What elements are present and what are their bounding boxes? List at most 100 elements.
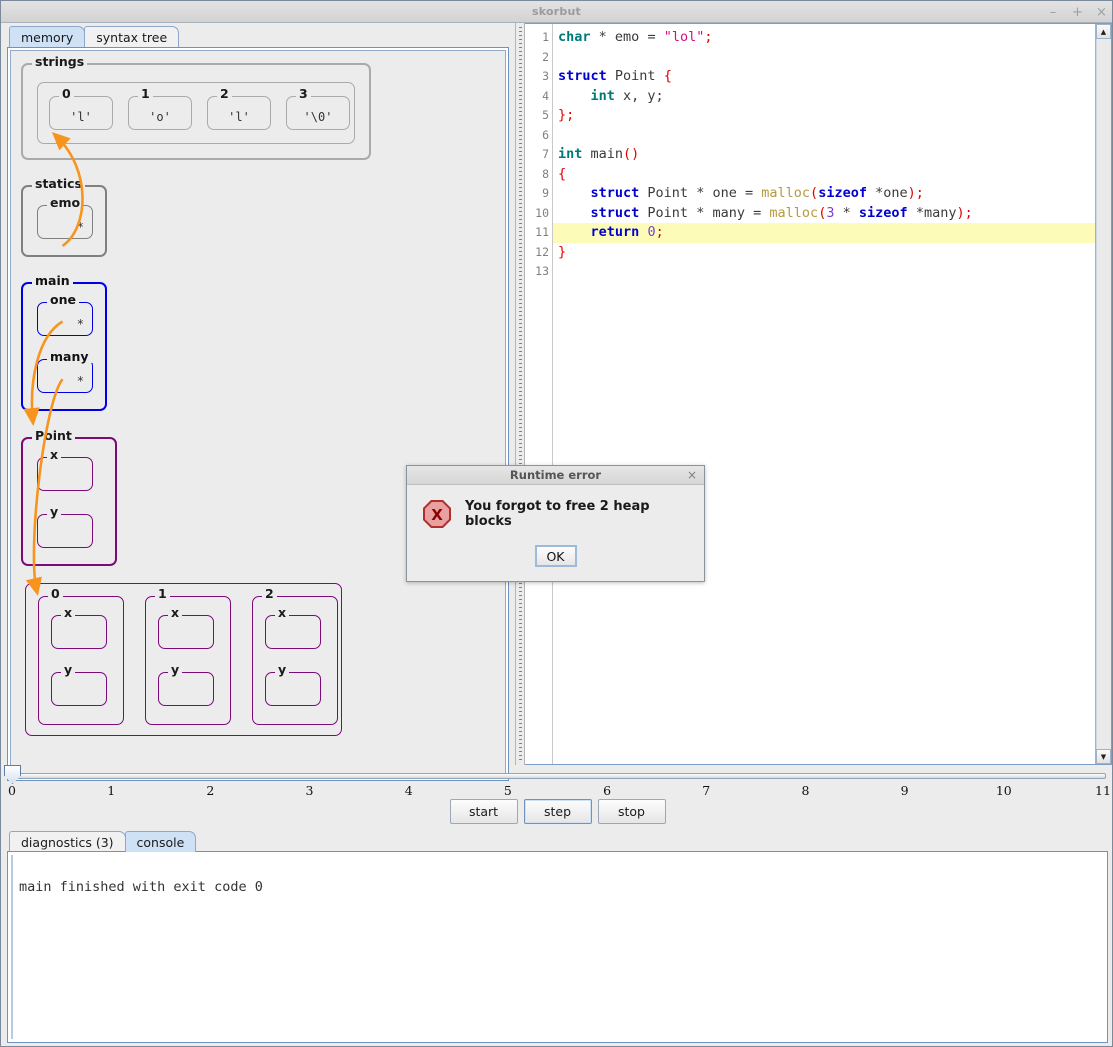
code-token: ;	[915, 185, 924, 201]
code-token: int	[590, 87, 615, 104]
tab-syntax-tree[interactable]: syntax tree	[84, 26, 180, 47]
strings-block: 0 'l' 1 'o' 2 'l' 3 '\0'	[37, 82, 355, 144]
start-button[interactable]: start	[449, 799, 518, 824]
maximize-icon[interactable]: +	[1072, 6, 1083, 19]
tab-syntax-tree-label: syntax tree	[96, 29, 168, 45]
slider-track[interactable]	[9, 773, 1106, 779]
array-index-label: 2	[262, 587, 277, 600]
array-index-label: 1	[155, 587, 170, 600]
dialog-close-icon[interactable]: ×	[687, 468, 697, 482]
heap-block-point: Point x y	[21, 429, 117, 566]
slider-tick: 11	[1095, 783, 1111, 798]
line-number-gutter: 1 2 3 4 5 6 7 8 9 10 11 12 13	[525, 24, 553, 764]
code-token: many	[704, 204, 754, 221]
slider-thumb[interactable]	[4, 765, 21, 784]
slider-tick: 5	[503, 783, 512, 798]
line-number: 5	[542, 108, 549, 122]
left-tabstrip: memory syntax tree	[1, 23, 515, 47]
dialog-button-row: OK	[407, 545, 704, 567]
console-panel[interactable]: main finished with exit code 0	[7, 851, 1108, 1043]
line-number: 13	[535, 264, 549, 278]
line-number: 2	[542, 49, 549, 64]
code-token: ;	[655, 224, 664, 240]
code-token: *	[915, 204, 924, 221]
string-cell-index: 0	[59, 87, 74, 100]
code-token: struct	[590, 185, 640, 201]
dialog-ok-button[interactable]: OK	[534, 545, 577, 567]
app-window: skorbut – + × memory syntax tree strings…	[0, 0, 1113, 1047]
minimize-icon[interactable]: –	[1048, 6, 1058, 19]
variable-name: many	[47, 350, 92, 363]
close-icon[interactable]: ×	[1096, 6, 1107, 19]
string-cell: 1 'o'	[128, 87, 192, 130]
dialog-title-bar: Runtime error ×	[407, 466, 704, 485]
timeline-slider[interactable]: 0 1 2 3 4 5 6 7 8 9 10 11	[1, 765, 1113, 803]
code-line: {	[553, 165, 1095, 185]
memory-canvas[interactable]: strings 0 'l' 1 'o' 2 'l' 3 '\0' statics…	[7, 47, 509, 781]
field-name: x	[61, 606, 76, 619]
array-element: 0 x y	[38, 587, 124, 725]
tab-diagnostics-label: diagnostics (3)	[21, 834, 114, 850]
scroll-track[interactable]	[1096, 39, 1111, 749]
window-title: skorbut	[532, 5, 581, 18]
main-split-pane: memory syntax tree strings 0 'l' 1 'o' 2…	[1, 23, 1113, 781]
tab-console[interactable]: console	[124, 831, 197, 852]
scroll-up-icon[interactable]: ▲	[1096, 24, 1111, 39]
title-bar: skorbut – + ×	[1, 1, 1112, 23]
array-element: 2 x y	[252, 587, 338, 725]
code-token: "lol"	[663, 29, 705, 45]
step-button[interactable]: step	[523, 799, 592, 824]
code-token: =	[647, 29, 656, 45]
variable-value: *	[76, 374, 84, 388]
line-number: 9	[542, 186, 549, 200]
code-token: 0	[647, 224, 656, 240]
struct-field-y: y	[265, 663, 321, 706]
field-name: x	[168, 606, 183, 619]
heap-block-label: Point	[32, 429, 75, 442]
statics-group-label: statics	[32, 177, 85, 190]
code-editor[interactable]: 1 2 3 4 5 6 7 8 9 10 11 12 13 char * emo = "lol"; st…	[525, 24, 1095, 764]
code-line: struct Point * many = malloc(3 * sizeof …	[553, 204, 1095, 224]
line-number: 8	[542, 166, 549, 181]
line-number: 12	[535, 244, 549, 259]
code-token: int	[558, 146, 583, 162]
struct-field-y: y	[37, 505, 93, 548]
split-divider[interactable]	[515, 23, 525, 765]
code-token: one	[883, 185, 908, 201]
field-name: x	[275, 606, 290, 619]
struct-field-x: x	[265, 606, 321, 649]
line-number: 1	[542, 30, 549, 44]
code-area[interactable]: char * emo = "lol"; struct Point { int x…	[553, 24, 1095, 764]
code-token: ;	[704, 29, 713, 45]
string-cell-index: 3	[296, 87, 311, 100]
code-line: int main()	[553, 145, 1095, 165]
scroll-down-icon[interactable]: ▼	[1096, 749, 1111, 764]
dialog-message: You forgot to free 2 heap blocks	[465, 499, 650, 529]
code-token: Point	[639, 185, 697, 201]
variable-box-many: many *	[37, 350, 93, 393]
error-octagon-icon: X	[423, 500, 451, 528]
string-cell: 0 'l'	[49, 87, 113, 130]
runtime-error-dialog: Runtime error × X You forgot to free 2 h…	[406, 465, 705, 582]
code-line: struct Point {	[553, 67, 1095, 87]
line-number: 4	[542, 88, 549, 103]
line-number: 7	[542, 147, 549, 161]
code-token: sizeof	[858, 204, 908, 221]
struct-field-y: y	[158, 663, 214, 706]
heap-block-array: 0 x y 1 x y 2 x y	[25, 583, 342, 736]
editor-vertical-scrollbar[interactable]: ▲ ▼	[1095, 24, 1111, 764]
tab-diagnostics[interactable]: diagnostics (3)	[9, 831, 126, 852]
slider-tick: 0	[8, 783, 16, 798]
left-pane: memory syntax tree strings 0 'l' 1 'o' 2…	[1, 23, 515, 781]
stop-button[interactable]: stop	[597, 799, 666, 824]
code-token: emo	[606, 29, 648, 45]
bottom-tabstrip: diagnostics (3) console	[1, 830, 1113, 852]
code-line: char * emo = "lol";	[553, 28, 1095, 48]
tab-memory[interactable]: memory	[9, 26, 86, 47]
